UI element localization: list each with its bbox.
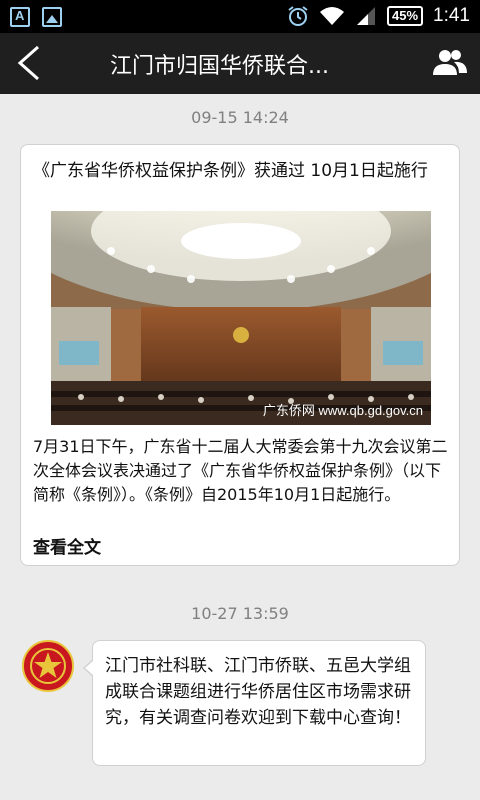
alarm-icon (288, 6, 308, 26)
notification-icons (10, 7, 62, 27)
battery-indicator: 45% (386, 6, 424, 26)
photo-watermark: 广东侨网 www.qb.gd.gov.cn (263, 403, 423, 418)
message-text: 江门市社科联、江门市侨联、五邑大学组成联合课题组进行华侨居住区市场需求研究，有关… (105, 656, 411, 728)
article-card[interactable]: 《广东省华侨权益保护条例》获通过 10月1日起施行 广东侨网 www.qb.gd… (20, 144, 460, 566)
image-notification-icon (42, 7, 62, 27)
title-bar: 江门市归国华侨联合... (0, 33, 480, 94)
app-notification-icon (10, 7, 30, 27)
article-title: 《广东省华侨权益保护条例》获通过 10月1日起施行 (33, 161, 428, 181)
clock: 1:41 (433, 5, 470, 26)
status-bar: 45% 1:41 (0, 0, 480, 33)
read-more-link[interactable]: 查看全文 (33, 533, 101, 558)
page-title: 江门市归国华侨联合... (110, 54, 329, 79)
timestamp: 10-27 13:59 (191, 604, 289, 623)
article-photo: 广东侨网 www.qb.gd.gov.cn (51, 211, 431, 425)
avatar[interactable] (22, 640, 74, 692)
wifi-icon (319, 7, 344, 25)
back-arrow-icon[interactable] (14, 45, 46, 81)
timestamp: 09-15 14:24 (191, 108, 289, 127)
article-summary: 7月31日下午，广东省十二届人大常委会第十九次会议第二次全体会议表决通过了《广东… (33, 437, 448, 504)
people-icon[interactable] (432, 47, 468, 79)
message-bubble[interactable]: 江门市社科联、江门市侨联、五邑大学组成联合课题组进行华侨居住区市场需求研究，有关… (83, 640, 426, 766)
status-icons: 45% 1:41 (287, 5, 470, 27)
signal-icon (356, 7, 375, 25)
